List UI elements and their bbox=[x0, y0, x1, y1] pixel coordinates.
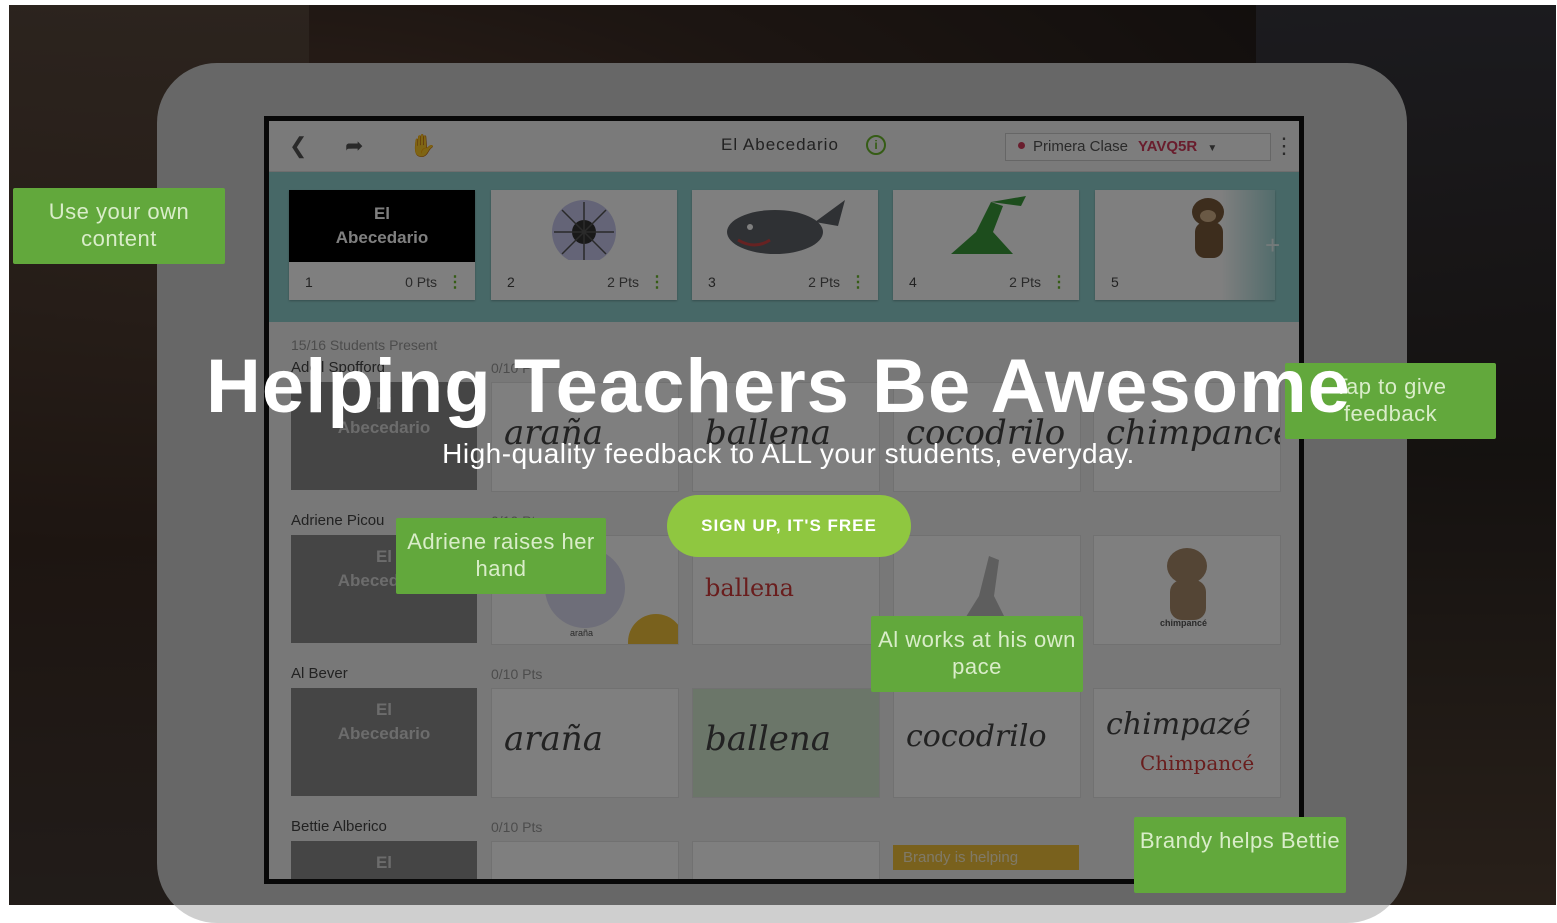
signup-button[interactable]: SIGN UP, IT'S FREE bbox=[667, 495, 911, 557]
hero-subtitle: High-quality feedback to ALL your studen… bbox=[442, 438, 1135, 469]
callout-own-content: Use your own content bbox=[13, 188, 225, 264]
hero-title: Helping Teachers Be Awesome bbox=[206, 344, 1351, 429]
callout-helps: Brandy helps Bettie bbox=[1134, 817, 1346, 893]
callout-own-pace: Al works at his own pace bbox=[871, 616, 1083, 692]
callout-raises-hand: Adriene raises her hand bbox=[396, 518, 606, 594]
